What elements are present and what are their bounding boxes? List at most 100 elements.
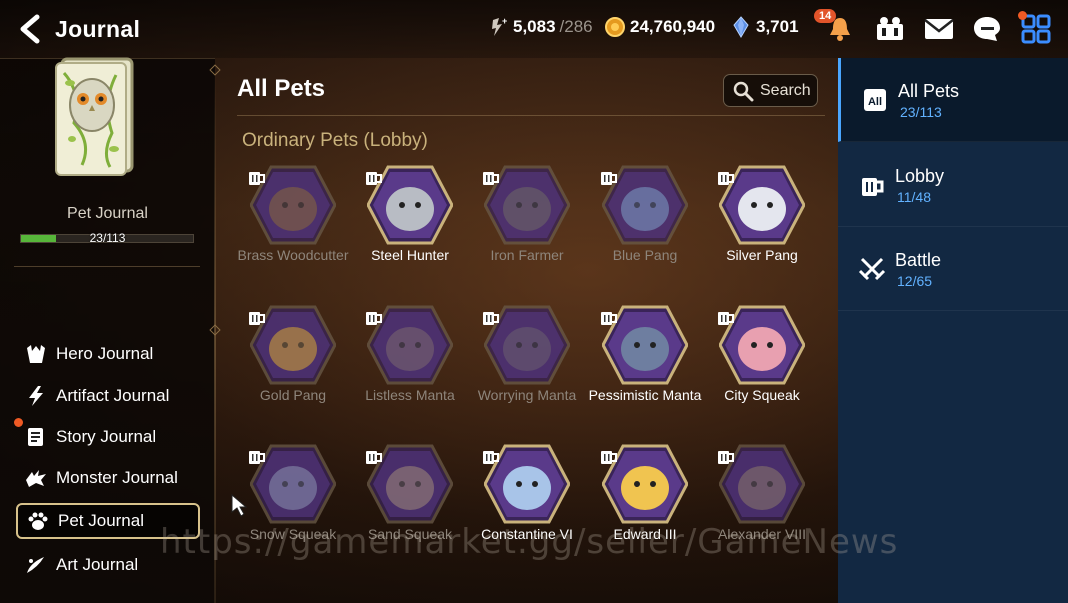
pet-card[interactable]: Edward III <box>590 444 700 574</box>
nav-label: Hero Journal <box>56 344 154 363</box>
pet-card[interactable]: Worrying Manta <box>472 305 582 435</box>
pet-card[interactable]: Alexander VIII <box>707 444 817 574</box>
mail-icon <box>924 19 954 39</box>
nav-monster-journal[interactable]: Monster Journal <box>16 460 200 496</box>
section-title: Ordinary Pets (Lobby) <box>242 130 428 151</box>
pet-name: Snow Squeak <box>249 526 337 542</box>
sidebar-separator <box>14 266 200 267</box>
crossed-swords-icon <box>858 257 886 281</box>
pet-card[interactable]: Constantine VI <box>472 444 582 574</box>
search-label: Search <box>760 81 811 99</box>
tab-count: 11/48 <box>897 189 931 205</box>
pet-card[interactable]: Sand Squeak <box>355 444 465 574</box>
main-separator <box>237 115 825 116</box>
pet-name: Gold Pang <box>259 387 327 403</box>
community-button[interactable] <box>873 13 907 45</box>
pet-name: Sand Squeak <box>367 526 453 542</box>
lobby-pet-badge-icon <box>718 312 734 325</box>
nav-label: Art Journal <box>56 555 139 574</box>
monster-icon <box>24 466 48 490</box>
nav-artifact-journal[interactable]: Artifact Journal <box>16 378 200 414</box>
currency-gold[interactable]: 24,760,940 <box>604 16 715 38</box>
pet-name: Pessimistic Manta <box>588 387 702 403</box>
lobby-pet-badge-icon <box>366 172 382 185</box>
pet-card[interactable]: City Squeak <box>707 305 817 435</box>
tab-count: 12/65 <box>897 273 933 289</box>
stamina-value: 5,083 <box>513 17 556 36</box>
art-icon <box>24 553 48 577</box>
mail-button[interactable] <box>922 13 956 45</box>
gold-value: 24,760,940 <box>630 17 716 36</box>
nav-label: Pet Journal <box>58 511 144 530</box>
tab-name: Lobby <box>895 166 945 186</box>
svg-text:+: + <box>502 16 507 26</box>
lobby-pet-badge-icon <box>483 312 499 325</box>
lobby-pet-badge-icon <box>249 312 265 325</box>
pet-name: Steel Hunter <box>371 247 449 263</box>
lobby-pet-badge-icon <box>601 451 617 464</box>
pet-card[interactable]: Gold Pang <box>238 305 348 435</box>
nav-hero-journal[interactable]: Hero Journal <box>16 336 200 372</box>
top-bar: Journal + 5,083/286 24,760,940 3,701 14 <box>0 0 1068 58</box>
all-icon: All <box>864 89 886 111</box>
currency-stamina[interactable]: + 5,083/286 <box>487 16 593 38</box>
pet-name: Blue Pang <box>612 247 678 263</box>
lobby-pet-badge-icon <box>718 172 734 185</box>
pet-card[interactable]: Blue Pang <box>590 165 700 295</box>
chat-button[interactable] <box>970 13 1004 45</box>
pet-name: Listless Manta <box>365 387 455 403</box>
story-icon <box>24 425 48 449</box>
tab-battle[interactable]: Battle 12/65 <box>838 227 1068 311</box>
tab-lobby[interactable]: Lobby 11/48 <box>838 143 1068 227</box>
lobby-pet-badge-icon <box>601 172 617 185</box>
back-arrow-icon <box>20 14 40 44</box>
pet-name: Worrying Manta <box>477 387 577 403</box>
svg-text:All: All <box>868 96 882 108</box>
stamina-icon: + <box>492 16 507 36</box>
nav-label: Story Journal <box>56 427 157 446</box>
pet-card[interactable]: Listless Manta <box>355 305 465 435</box>
tab-name: Battle <box>895 250 942 270</box>
pet-card[interactable]: Pessimistic Manta <box>589 305 701 435</box>
tab-all-pets[interactable]: All All Pets 23/113 <box>838 58 1068 142</box>
tab-name: All Pets <box>898 81 960 101</box>
notification-count-badge: 14 <box>814 9 837 23</box>
mug-icon <box>862 178 884 196</box>
lobby-pet-badge-icon <box>601 312 617 325</box>
search-icon <box>733 81 754 101</box>
pet-name: Constantine VI <box>481 526 573 542</box>
pet-journal-book-icon <box>55 57 134 176</box>
pet-name: Brass Woodcutter <box>237 247 349 263</box>
nav-art-journal[interactable]: Art Journal <box>16 547 200 583</box>
chat-icon <box>974 17 1000 41</box>
back-button[interactable] <box>16 13 44 45</box>
lobby-pet-badge-icon <box>366 451 382 464</box>
pet-name: Edward III <box>613 526 677 542</box>
tab-count: 23/113 <box>900 104 942 120</box>
page-title: Journal <box>55 16 141 42</box>
crystal-icon <box>733 16 749 38</box>
lobby-pet-badge-icon <box>718 451 734 464</box>
lobby-pet-badge-icon <box>483 172 499 185</box>
hero-icon <box>24 342 48 366</box>
lobby-pet-badge-icon <box>249 172 265 185</box>
main-title: All Pets <box>237 75 326 102</box>
stamina-max: /286 <box>559 17 593 36</box>
journal-progress-text: 23/113 <box>89 231 126 245</box>
artifact-icon <box>24 384 48 408</box>
nav-story-journal[interactable]: Story Journal <box>16 419 200 455</box>
pet-card[interactable]: Snow Squeak <box>238 444 348 574</box>
lobby-pet-badge-icon <box>366 312 382 325</box>
paw-icon <box>26 509 50 533</box>
pet-card[interactable]: Steel Hunter <box>355 165 465 295</box>
nav-label: Artifact Journal <box>56 386 170 405</box>
journal-name: Pet Journal <box>67 205 148 222</box>
nav-pet-journal[interactable]: Pet Journal <box>16 503 200 539</box>
pet-name: Silver Pang <box>726 247 798 263</box>
currency-crystal[interactable]: 3,701 <box>730 16 799 38</box>
pet-card[interactable]: Brass Woodcutter <box>237 165 349 295</box>
search-button[interactable]: Search <box>723 74 818 107</box>
pet-card[interactable]: Iron Farmer <box>472 165 582 295</box>
pet-card[interactable]: Silver Pang <box>707 165 817 295</box>
pet-name: Alexander VIII <box>718 526 806 542</box>
